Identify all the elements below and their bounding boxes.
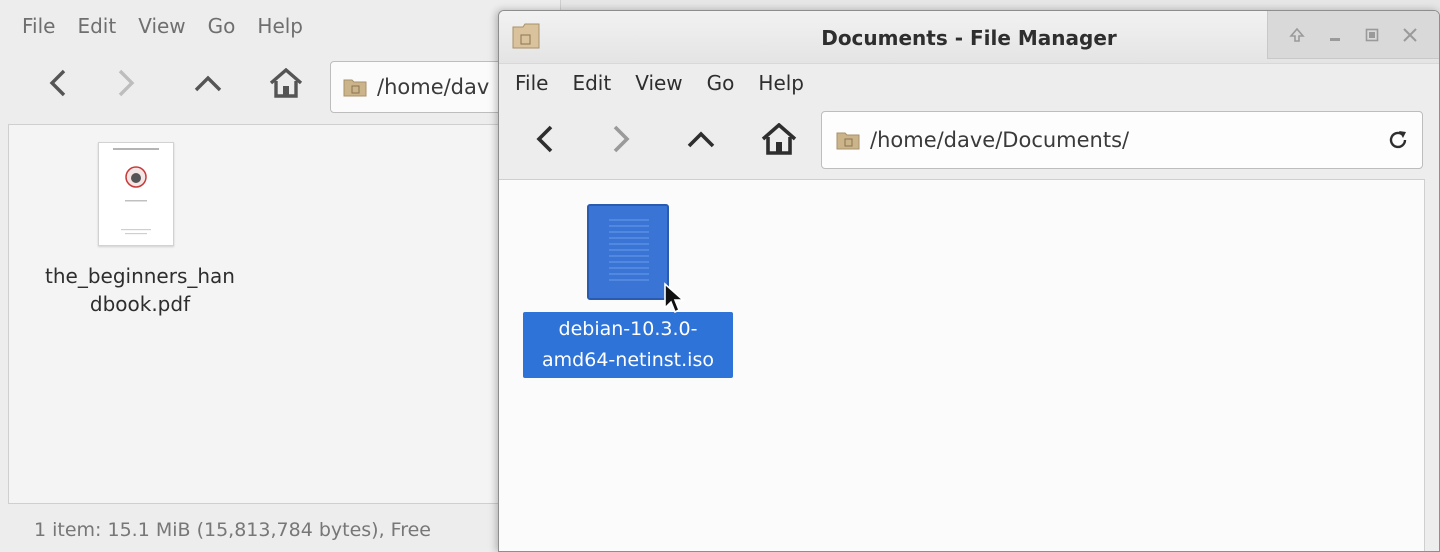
background-path-text: /home/dav xyxy=(377,75,490,99)
documents-file-manager-window[interactable]: Documents - File Manager File Edit View … xyxy=(498,10,1440,552)
forward-button[interactable] xyxy=(102,59,150,107)
up-button[interactable] xyxy=(184,59,232,107)
background-menubar: File Edit View Go Help xyxy=(0,0,560,52)
background-file-manager-window[interactable]: File Edit View Go Help /home/dav the_beg… xyxy=(0,0,590,552)
menu-help[interactable]: Help xyxy=(746,63,816,103)
status-text: 1 item: 15.1 MiB (15,813,784 bytes), Fre… xyxy=(34,519,431,541)
home-button[interactable] xyxy=(755,115,803,163)
back-icon xyxy=(536,125,553,153)
forward-button[interactable] xyxy=(597,115,645,163)
pdf-file-name-line1: the_beginners_han xyxy=(45,264,235,288)
up-button[interactable] xyxy=(677,115,725,163)
path-text: /home/dave/Documents/ xyxy=(870,128,1130,152)
status-bar: 1 item: 15.1 MiB (15,813,784 bytes), Fre… xyxy=(8,508,560,552)
folder-icon xyxy=(343,79,367,97)
pdf-page-preview xyxy=(113,148,159,235)
menu-go[interactable]: Go xyxy=(197,0,247,52)
close-button[interactable] xyxy=(1396,21,1424,49)
forward-icon xyxy=(118,69,135,97)
sticky-button[interactable] xyxy=(1283,21,1311,49)
menu-file[interactable]: File xyxy=(0,0,66,52)
iso-file-label[interactable]: debian-10.3.0- amd64-netinst.iso xyxy=(523,312,733,378)
maximize-icon xyxy=(1366,28,1379,41)
toolbar: /home/dave/Documents/ xyxy=(499,107,1439,175)
title-bar[interactable]: Documents - File Manager xyxy=(499,11,1439,64)
close-icon xyxy=(1403,27,1417,42)
minimize-button[interactable] xyxy=(1321,21,1349,49)
pdf-file-name-line2: dbook.pdf xyxy=(89,292,191,316)
up-icon xyxy=(687,131,715,148)
window-controls xyxy=(1267,11,1439,59)
pdf-file-label[interactable]: the_beginners_han dbook.pdf xyxy=(20,262,260,318)
home-button[interactable] xyxy=(262,59,310,107)
maximize-button[interactable] xyxy=(1358,21,1386,49)
iso-file-name-line1: debian-10.3.0- xyxy=(558,318,698,340)
menu-view[interactable]: View xyxy=(127,0,196,52)
menu-file[interactable]: File xyxy=(499,63,560,103)
up-icon xyxy=(194,75,222,92)
menu-help[interactable]: Help xyxy=(246,0,314,52)
path-bar[interactable]: /home/dave/Documents/ xyxy=(821,111,1423,169)
menu-view[interactable]: View xyxy=(623,63,694,103)
mouse-cursor-icon xyxy=(663,282,686,318)
file-view[interactable]: debian-10.3.0- amd64-netinst.iso xyxy=(499,179,1425,551)
back-icon xyxy=(49,69,66,97)
back-button[interactable] xyxy=(34,59,82,107)
home-icon xyxy=(269,68,303,98)
menu-edit[interactable]: Edit xyxy=(66,0,127,52)
iso-file-name-line2: amd64-netinst.iso xyxy=(542,349,714,371)
minimize-icon xyxy=(1329,37,1340,41)
back-button[interactable] xyxy=(521,115,569,163)
menubar: File Edit View Go Help xyxy=(499,63,1439,103)
menu-edit[interactable]: Edit xyxy=(560,63,623,103)
folder-icon xyxy=(836,132,860,150)
menu-go[interactable]: Go xyxy=(695,63,747,103)
pdf-file-thumbnail[interactable] xyxy=(98,142,174,246)
disc-image-icon xyxy=(609,219,649,281)
forward-icon xyxy=(613,125,630,153)
reload-icon xyxy=(1389,131,1407,149)
sticky-icon xyxy=(1289,27,1305,42)
reload-button[interactable] xyxy=(1384,126,1412,154)
iso-file-icon[interactable] xyxy=(587,204,669,300)
background-toolbar: /home/dav xyxy=(0,55,590,119)
home-icon xyxy=(761,123,797,155)
